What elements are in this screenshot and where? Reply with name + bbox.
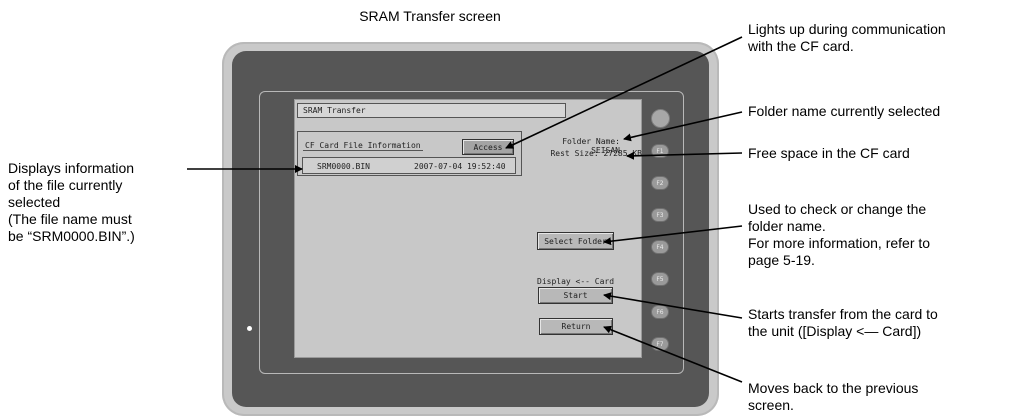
arrow-return bbox=[603, 325, 743, 383]
arrow-access-lamp bbox=[505, 36, 743, 149]
arrow-folder-name bbox=[623, 111, 743, 142]
annotation-arrows bbox=[187, 36, 743, 383]
arrow-free-space bbox=[626, 151, 743, 160]
arrow-start bbox=[603, 292, 743, 319]
arrow-select-folder bbox=[603, 225, 743, 246]
